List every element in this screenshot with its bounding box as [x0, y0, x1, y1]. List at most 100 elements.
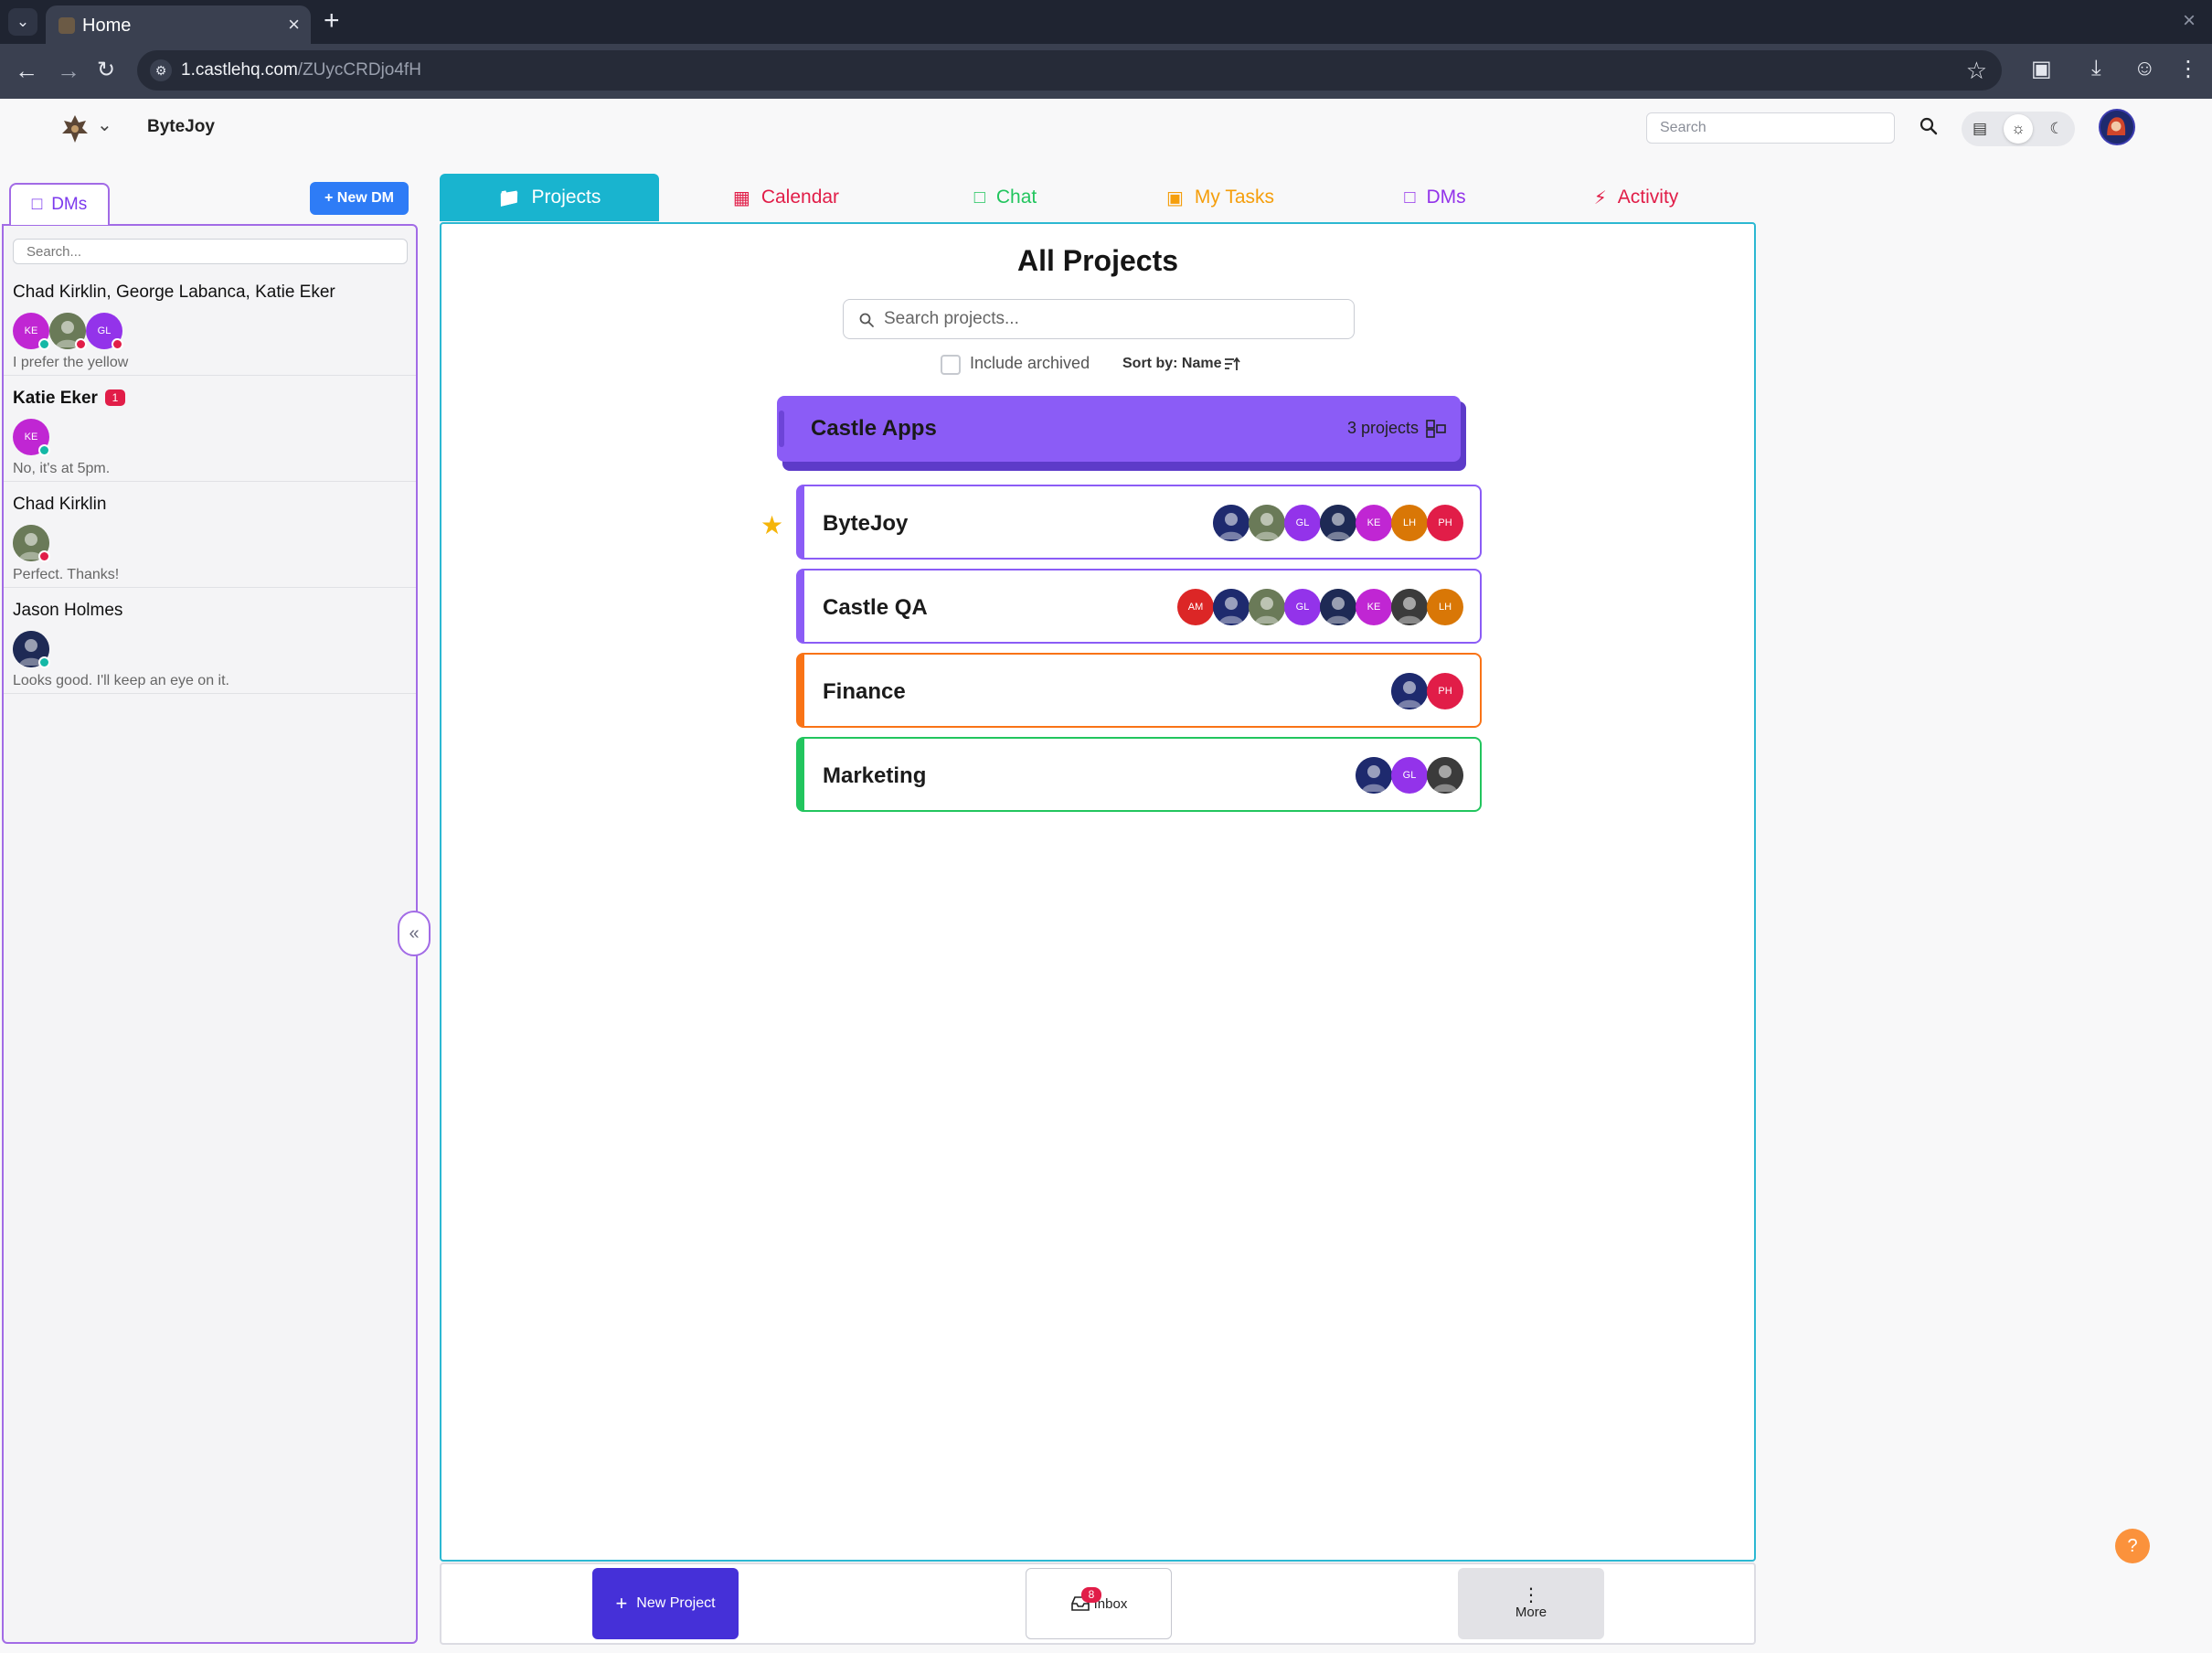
avatar[interactable]: KE — [1356, 505, 1392, 541]
avatar-photo-icon — [1249, 589, 1285, 625]
avatar[interactable] — [1320, 589, 1356, 625]
sort-by-button[interactable]: Sort by: Name — [1122, 356, 1221, 372]
project-search-box[interactable] — [843, 299, 1355, 339]
avatar[interactable] — [1391, 673, 1428, 709]
forward-arrow-icon[interactable]: → — [57, 57, 80, 85]
avatar-initials: GL — [1402, 770, 1417, 781]
new-project-button[interactable]: + New Project — [592, 1568, 739, 1639]
project-name: Finance — [823, 679, 906, 704]
avatar[interactable] — [1320, 505, 1356, 541]
search-icon[interactable] — [1918, 115, 1940, 137]
favorite-star-icon[interactable]: ★ — [760, 510, 783, 540]
workspace-chevron-down-icon[interactable]: ⌄ — [97, 113, 112, 136]
avatar[interactable] — [13, 631, 50, 668]
tab-label: Calendar — [760, 187, 840, 208]
avatar[interactable] — [1391, 589, 1428, 625]
tab-label: Activity — [1617, 187, 1679, 208]
avatar[interactable] — [1213, 589, 1250, 625]
avatar[interactable] — [13, 525, 50, 562]
avatar[interactable] — [1213, 505, 1250, 541]
avatar[interactable]: PH — [1427, 505, 1463, 541]
project-card[interactable]: Castle QA AM GL KE LH — [796, 569, 1482, 644]
user-avatar[interactable] — [2099, 109, 2135, 145]
avatar[interactable]: GL — [1284, 505, 1321, 541]
collapse-sidebar-button[interactable]: « — [398, 911, 431, 956]
dm-conversation-item[interactable]: Jason Holmes Looks good. I'll keep an eye… — [4, 588, 416, 694]
theme-switch: ▤ ☼ ☾ — [1962, 112, 2075, 146]
avatar[interactable]: GL — [1391, 757, 1428, 794]
group-layout-icon[interactable] — [1426, 420, 1446, 438]
castle-logo-icon[interactable] — [60, 113, 90, 144]
tab-my-tasks[interactable]: ▣ My Tasks — [1133, 174, 1307, 221]
avatar-photo-icon — [1213, 589, 1250, 625]
project-card[interactable]: ByteJoy GL KE LH PH — [796, 485, 1482, 560]
more-button[interactable]: ⋮ More — [1458, 1568, 1604, 1639]
bookmark-star-icon[interactable]: ☆ — [1966, 57, 1987, 85]
close-tab-icon[interactable]: × — [288, 13, 300, 37]
dm-search-input[interactable] — [13, 239, 408, 264]
tab-label: DMs — [1426, 187, 1466, 208]
presence-status-dot — [38, 338, 50, 350]
project-search-input[interactable] — [884, 307, 1341, 331]
tab-calendar[interactable]: ▦ Calendar — [695, 174, 877, 221]
dm-conversation-item[interactable]: Chad Kirklin Perfect. Thanks! — [4, 482, 416, 588]
include-archived-label[interactable]: Include archived — [970, 354, 1090, 373]
dm-last-message-preview: I prefer the yellow — [13, 355, 129, 370]
avatar-photo-icon — [1213, 505, 1250, 541]
new-dm-button[interactable]: + New DM — [310, 182, 409, 215]
download-icon[interactable]: ⤓ — [2091, 56, 2101, 81]
reload-icon[interactable]: ↻ — [97, 57, 115, 83]
project-card[interactable]: Finance PH — [796, 653, 1482, 728]
site-settings-icon[interactable]: ⚙ — [150, 59, 172, 81]
include-archived-checkbox[interactable] — [941, 355, 961, 375]
light-theme-sun-icon[interactable]: ☼ — [2004, 114, 2033, 144]
avatar[interactable] — [1249, 589, 1285, 625]
avatar-initials: AM — [1187, 602, 1204, 613]
project-group-card[interactable]: Castle Apps 3 projects — [777, 396, 1461, 462]
sidebar-tab-dms[interactable]: □ DMs — [9, 183, 110, 225]
avatar[interactable] — [1427, 757, 1463, 794]
tab-chat[interactable]: □ Chat — [932, 174, 1079, 221]
avatar[interactable]: GL — [86, 313, 123, 350]
dm-panel: Chad Kirklin, George Labanca, Katie Eker… — [2, 224, 418, 1644]
browser-tab-active[interactable]: Home × — [46, 5, 311, 44]
system-theme-monitor-icon[interactable]: ▤ — [1965, 114, 1994, 144]
project-card[interactable]: Marketing GL — [796, 737, 1482, 812]
profile-icon[interactable]: ☺ — [2133, 56, 2156, 81]
avatar[interactable]: KE — [13, 313, 50, 350]
tab-search-button[interactable]: ⌄ — [8, 8, 37, 36]
browser-menu-icon[interactable]: ⋮ — [2177, 56, 2199, 82]
inbox-button[interactable]: 8 Inbox — [1026, 1568, 1172, 1639]
avatar[interactable]: LH — [1427, 589, 1463, 625]
window-close-icon[interactable]: × — [2183, 8, 2196, 34]
avatar[interactable]: KE — [1356, 589, 1392, 625]
avatar[interactable]: AM — [1177, 589, 1214, 625]
avatar[interactable] — [1249, 505, 1285, 541]
browser-toolbar: ← → ↻ ⚙ 1.castlehq.com/ZUycCRDjo4fH ☆ ▣ … — [0, 44, 2212, 99]
avatar[interactable]: GL — [1284, 589, 1321, 625]
dm-conversation-item[interactable]: Chad Kirklin, George Labanca, Katie Eker… — [4, 270, 416, 376]
browser-tab-title: Home — [82, 16, 132, 36]
avatar[interactable] — [1356, 757, 1392, 794]
back-arrow-icon[interactable]: ← — [15, 57, 38, 85]
avatar[interactable]: KE — [13, 419, 50, 456]
header-search-input[interactable] — [1646, 112, 1895, 144]
dark-theme-moon-icon[interactable]: ☾ — [2042, 114, 2071, 144]
avatar[interactable]: LH — [1391, 505, 1428, 541]
folder-icon: 📁 — [497, 187, 521, 208]
drag-handle[interactable] — [779, 411, 784, 447]
sort-ascending-icon[interactable] — [1223, 355, 1241, 373]
tab-activity[interactable]: ⚡ Activity — [1563, 174, 1709, 221]
bolt-icon: ⚡ — [1593, 187, 1607, 208]
extensions-icon[interactable]: ▣ — [2031, 56, 2052, 82]
avatar[interactable] — [49, 313, 87, 350]
new-tab-button[interactable]: + — [324, 5, 340, 37]
help-button[interactable]: ? — [2115, 1529, 2150, 1563]
tab-dms[interactable]: □ DMs — [1371, 174, 1499, 221]
tab-projects[interactable]: 📁 Projects — [440, 174, 659, 221]
avatar[interactable]: PH — [1427, 673, 1463, 709]
url-path: /ZUycCRDjo4fH — [297, 60, 421, 80]
dm-conversation-item[interactable]: Katie Eker 1 KE No, it's at 5pm. — [4, 376, 416, 482]
avatar-initials: KE — [24, 432, 38, 443]
address-bar[interactable]: ⚙ 1.castlehq.com/ZUycCRDjo4fH ☆ — [137, 50, 2002, 91]
